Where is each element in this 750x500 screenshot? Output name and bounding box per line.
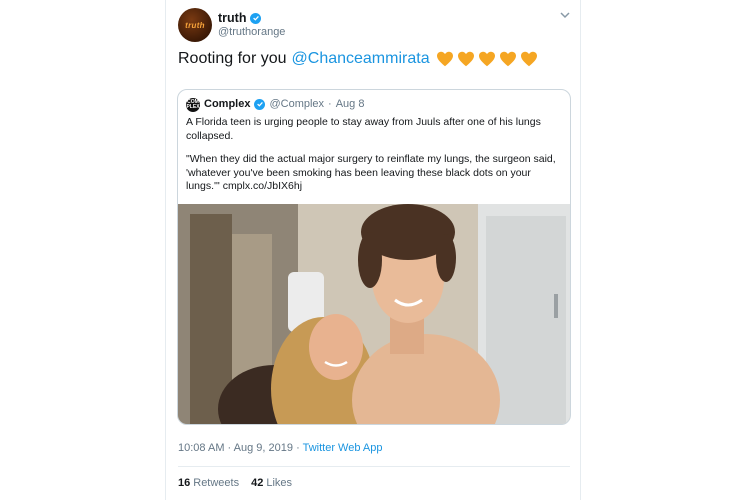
retweets-count: 16 — [178, 477, 191, 489]
avatar-logo-text: truth — [185, 20, 205, 30]
tweet-text: Rooting for you @Chanceammirata — [178, 50, 538, 68]
tweet-date[interactable]: Aug 9, 2019 — [234, 442, 293, 454]
tweet-timestamp: 10:08 AM · Aug 9, 2019 · Twitter Web App — [178, 442, 383, 454]
orange-heart-icon — [520, 51, 537, 67]
quoted-author-name[interactable]: Complex — [204, 98, 250, 110]
quoted-link[interactable]: cmplx.co/JbIX6hj — [223, 180, 302, 192]
retweets-stat[interactable]: 16 Retweets — [178, 477, 239, 489]
divider — [178, 466, 570, 467]
quoted-text-paragraph: A Florida teen is urging people to stay … — [186, 116, 541, 142]
quoted-author-handle[interactable]: @Complex — [269, 98, 324, 110]
author-name-text: truth — [218, 11, 247, 25]
verified-icon — [254, 98, 266, 110]
author-name[interactable]: truth — [218, 11, 262, 25]
quoted-text-quote: "When they did the actual major surgery … — [186, 153, 566, 194]
author-avatar[interactable]: truth — [178, 8, 212, 42]
heart-emojis — [436, 51, 538, 67]
quoted-date[interactable]: Aug 8 — [336, 98, 365, 110]
quoted-text: A Florida teen is urging people to stay … — [186, 116, 566, 194]
quoted-header: Complex @Complex · Aug 8 — [204, 98, 364, 110]
quoted-tweet[interactable]: COM PLEX Complex @Complex · Aug 8 A Flor… — [177, 89, 571, 425]
mention-link[interactable]: @Chanceammirata — [292, 50, 430, 68]
orange-heart-icon — [499, 51, 516, 67]
likes-count: 42 — [251, 477, 264, 489]
meta-separator: · — [227, 442, 232, 454]
tweet-stats: 16 Retweets 42 Likes — [178, 477, 292, 489]
meta-separator: · — [296, 442, 300, 454]
meta-separator: · — [328, 98, 332, 110]
orange-heart-icon — [478, 51, 495, 67]
quoted-photo[interactable] — [178, 204, 571, 425]
tweet-time[interactable]: 10:08 AM — [178, 442, 224, 454]
orange-heart-icon — [436, 51, 453, 67]
tweet-text-prefix: Rooting for you — [178, 50, 287, 67]
orange-heart-icon — [457, 51, 474, 67]
likes-stat[interactable]: 42 Likes — [251, 477, 292, 489]
quoted-avatar[interactable]: COM PLEX — [186, 98, 200, 112]
likes-label: Likes — [266, 477, 293, 489]
author-handle[interactable]: @truthorange — [218, 26, 285, 38]
chevron-down-icon[interactable] — [559, 10, 571, 20]
verified-icon — [250, 12, 262, 24]
retweets-label: Retweets — [193, 477, 240, 489]
tweet-source-link[interactable]: Twitter Web App — [303, 442, 383, 454]
